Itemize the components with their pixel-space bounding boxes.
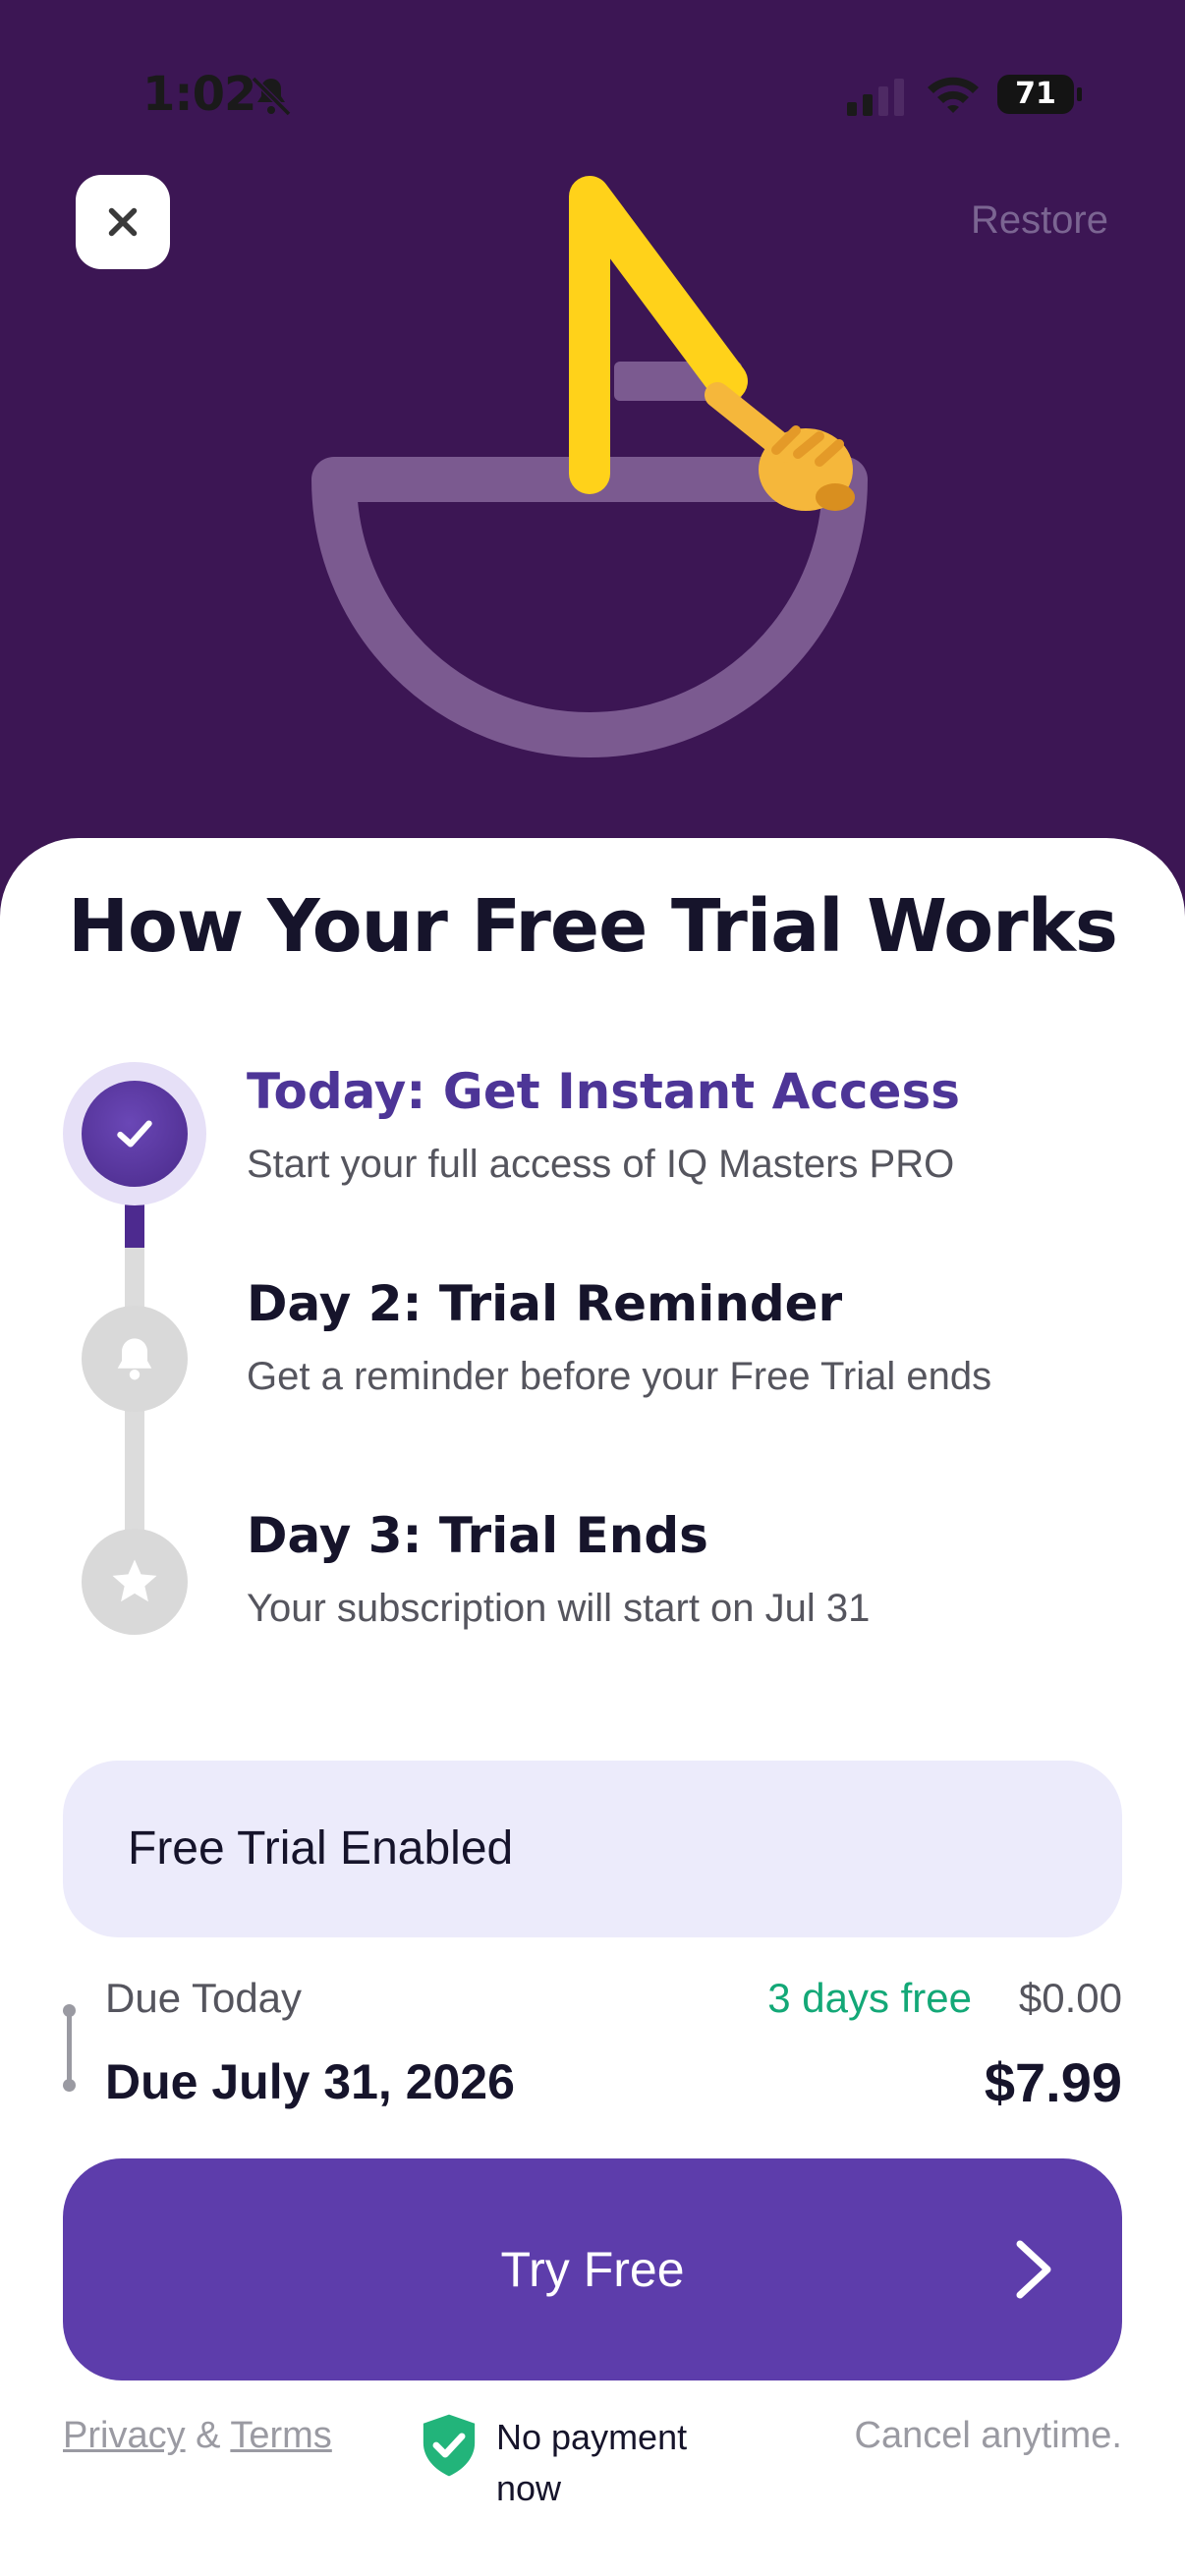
terms-link[interactable]: Terms — [230, 2415, 331, 2456]
due-connector — [67, 2009, 72, 2086]
step-title-today: Today: Get Instant Access — [247, 1063, 960, 1120]
due-later-price: $7.99 — [984, 2051, 1122, 2113]
step-title-ends: Day 3: Trial Ends — [247, 1507, 708, 1564]
step-desc-ends: Your subscription will start on Jul 31 — [247, 1587, 871, 1630]
chevron-right-icon — [1016, 2240, 1051, 2299]
try-free-label: Try Free — [500, 2242, 685, 2297]
page-title: How Your Free Trial Works — [68, 884, 1118, 969]
due-dot-bottom — [63, 2079, 76, 2092]
star-icon — [112, 1559, 157, 1602]
bell-icon — [117, 1338, 152, 1380]
wifi-icon — [928, 77, 979, 113]
due-today-price: $0.00 — [1018, 1975, 1122, 2021]
signal-icon — [847, 79, 904, 116]
bell-slash-icon — [251, 76, 292, 117]
step-desc-reminder: Get a reminder before your Free Trial en… — [247, 1355, 992, 1398]
due-later-label: Due July 31, 2026 — [105, 2054, 515, 2109]
battery-indicator: 71 — [997, 75, 1082, 114]
step-node-ends — [82, 1529, 188, 1635]
battery-cap — [1077, 87, 1082, 101]
try-free-button[interactable]: Try Free — [63, 2158, 1122, 2380]
free-trial-toggle-row[interactable]: Free Trial Enabled — [63, 1761, 1122, 1937]
free-trial-label: Free Trial Enabled — [128, 1822, 514, 1875]
step-title-reminder: Day 2: Trial Reminder — [247, 1275, 843, 1332]
check-icon — [117, 1120, 152, 1148]
due-today-label: Due Today — [105, 1975, 303, 2021]
due-dot-top — [63, 2004, 76, 2017]
privacy-link[interactable]: Privacy — [63, 2415, 186, 2456]
battery-level: 71 — [1015, 77, 1056, 111]
free-days-label: 3 days free — [767, 1975, 972, 2021]
amp-separator: & — [185, 2415, 231, 2456]
status-time: 1:02 — [142, 67, 256, 122]
step-desc-today: Start your full access of IQ Masters PRO — [247, 1143, 955, 1186]
shield-check-icon — [423, 2414, 476, 2477]
cancel-anytime-text: Cancel anytime. — [854, 2415, 1122, 2456]
no-payment-text: No payment now — [496, 2417, 688, 2508]
step-node-today — [82, 1081, 188, 1187]
legal-links: Privacy & Terms — [63, 2415, 332, 2457]
boat-illustration — [311, 176, 868, 757]
step-node-reminder — [82, 1306, 188, 1412]
